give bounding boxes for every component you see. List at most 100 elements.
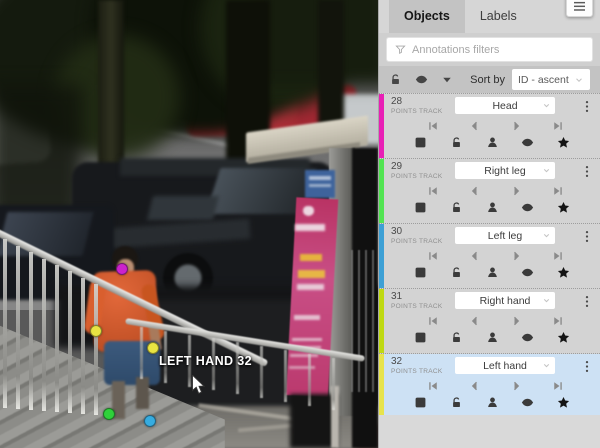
tab-objects[interactable]: Objects xyxy=(389,0,465,33)
annotations-filter-input[interactable]: Annotations filters xyxy=(386,37,593,62)
image-canvas[interactable]: LEFT HAND 32 xyxy=(0,0,378,448)
sort-select[interactable]: ID - ascent xyxy=(512,69,590,90)
first-keyframe-button[interactable] xyxy=(427,315,439,327)
lock-button[interactable] xyxy=(450,396,463,409)
label-select[interactable]: Right hand xyxy=(455,292,555,309)
object-row[interactable]: 31 POINTS TRACK Right hand xyxy=(379,289,600,354)
object-actions-row xyxy=(391,132,594,149)
lock-button[interactable] xyxy=(450,201,463,214)
label-select[interactable]: Left leg xyxy=(455,227,555,244)
object-color-stripe xyxy=(379,354,384,418)
last-keyframe-button[interactable] xyxy=(552,185,564,197)
switch-outside-button[interactable] xyxy=(414,201,427,214)
next-keyframe-button[interactable] xyxy=(510,120,522,132)
object-id-block: 31 POINTS TRACK xyxy=(391,292,455,310)
hidden-eye-button[interactable] xyxy=(521,266,534,279)
object-color-stripe xyxy=(379,289,384,353)
object-color-stripe xyxy=(379,224,384,288)
lock-button[interactable] xyxy=(450,331,463,344)
keyframe-star-button[interactable] xyxy=(557,331,570,344)
prev-keyframe-button[interactable] xyxy=(469,380,481,392)
left-leg-point[interactable] xyxy=(144,415,156,427)
chevron-down-icon xyxy=(542,296,551,305)
menu-lines-icon xyxy=(573,1,586,12)
keyframe-nav-row xyxy=(391,115,594,132)
kebab-menu-icon[interactable] xyxy=(580,294,594,310)
prev-keyframe-button[interactable] xyxy=(469,120,481,132)
object-id: 28 xyxy=(391,97,455,107)
switch-outside-button[interactable] xyxy=(414,136,427,149)
lock-all-button[interactable] xyxy=(389,73,402,86)
label-select[interactable]: Right leg xyxy=(455,162,555,179)
object-row[interactable]: 28 POINTS TRACK Head xyxy=(379,94,600,159)
switch-outside-button[interactable] xyxy=(414,266,427,279)
left-hand-point[interactable] xyxy=(147,342,159,354)
occluded-person-button[interactable] xyxy=(486,266,499,279)
appearance-menu-button[interactable] xyxy=(566,0,593,17)
sort-by-label: Sort by xyxy=(470,74,505,86)
right-leg-point[interactable] xyxy=(103,408,115,420)
occluded-person-button[interactable] xyxy=(486,136,499,149)
first-keyframe-button[interactable] xyxy=(427,380,439,392)
last-keyframe-button[interactable] xyxy=(552,120,564,132)
label-select-value: Left hand xyxy=(483,360,527,372)
last-keyframe-button[interactable] xyxy=(552,380,564,392)
first-keyframe-button[interactable] xyxy=(427,185,439,197)
hidden-eye-button[interactable] xyxy=(521,201,534,214)
first-keyframe-button[interactable] xyxy=(427,120,439,132)
keyframe-star-button[interactable] xyxy=(557,396,570,409)
panel-footer xyxy=(379,415,600,448)
object-color-stripe xyxy=(379,94,384,158)
next-keyframe-button[interactable] xyxy=(510,315,522,327)
lock-button[interactable] xyxy=(450,266,463,279)
hidden-eye-button[interactable] xyxy=(521,331,534,344)
object-id: 30 xyxy=(391,227,455,237)
keyframe-nav-row xyxy=(391,180,594,197)
object-id: 32 xyxy=(391,357,455,367)
objects-sidebar: Objects Labels Annotations filters Sort … xyxy=(378,0,600,448)
object-row-header: 28 POINTS TRACK Head xyxy=(391,97,594,115)
kebab-menu-icon[interactable] xyxy=(580,229,594,245)
keyframe-star-button[interactable] xyxy=(557,136,570,149)
last-keyframe-button[interactable] xyxy=(552,315,564,327)
object-id: 31 xyxy=(391,292,455,302)
keyframe-star-button[interactable] xyxy=(557,266,570,279)
first-keyframe-button[interactable] xyxy=(427,250,439,262)
object-row-header: 30 POINTS TRACK Left leg xyxy=(391,227,594,245)
switch-outside-button[interactable] xyxy=(414,331,427,344)
occluded-person-button[interactable] xyxy=(486,396,499,409)
head-point[interactable] xyxy=(116,263,128,275)
next-keyframe-button[interactable] xyxy=(510,250,522,262)
prev-keyframe-button[interactable] xyxy=(469,315,481,327)
tab-labels[interactable]: Labels xyxy=(465,0,532,33)
lock-button[interactable] xyxy=(450,136,463,149)
hidden-eye-button[interactable] xyxy=(521,396,534,409)
last-keyframe-button[interactable] xyxy=(552,250,564,262)
object-actions-row xyxy=(391,197,594,214)
occluded-person-button[interactable] xyxy=(486,331,499,344)
label-select[interactable]: Head xyxy=(455,97,555,114)
prev-keyframe-button[interactable] xyxy=(469,250,481,262)
prev-keyframe-button[interactable] xyxy=(469,185,481,197)
filter-funnel-icon xyxy=(395,44,406,55)
switch-outside-button[interactable] xyxy=(414,396,427,409)
object-row[interactable]: 29 POINTS TRACK Right leg xyxy=(379,159,600,224)
next-keyframe-button[interactable] xyxy=(510,380,522,392)
keyframe-star-button[interactable] xyxy=(557,201,570,214)
objects-toolbar: Sort by ID - ascent xyxy=(379,66,600,93)
object-id-block: 29 POINTS TRACK xyxy=(391,162,455,180)
kebab-menu-icon[interactable] xyxy=(580,99,594,115)
kebab-menu-icon[interactable] xyxy=(580,164,594,180)
kebab-menu-icon[interactable] xyxy=(580,359,594,375)
object-row[interactable]: 32 POINTS TRACK Left hand xyxy=(379,354,600,419)
hide-all-eye-button[interactable] xyxy=(415,73,428,86)
object-actions-row xyxy=(391,327,594,344)
right-hand-point[interactable] xyxy=(90,325,102,337)
expand-caret-button[interactable] xyxy=(441,74,453,86)
label-select[interactable]: Left hand xyxy=(455,357,555,374)
hidden-eye-button[interactable] xyxy=(521,136,534,149)
object-type: POINTS TRACK xyxy=(391,173,455,180)
object-row[interactable]: 30 POINTS TRACK Left leg xyxy=(379,224,600,289)
next-keyframe-button[interactable] xyxy=(510,185,522,197)
occluded-person-button[interactable] xyxy=(486,201,499,214)
